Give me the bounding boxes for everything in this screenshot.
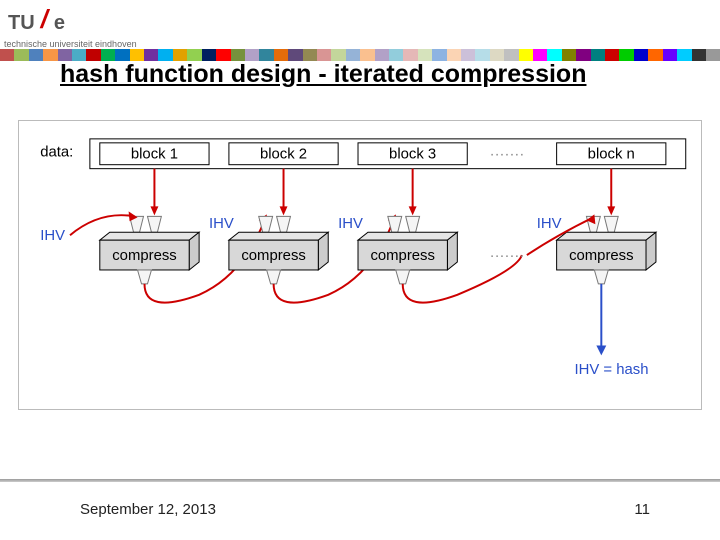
logo-slash: / (41, 4, 48, 35)
footer-page: 11 (634, 501, 650, 518)
compress-n-label: compress (569, 248, 633, 264)
logo-subtitle: technische universiteit eindhoven (4, 39, 720, 49)
dots-blocks: ······· (490, 147, 525, 163)
compress-1-label: compress (112, 248, 176, 264)
block-2-label: block 2 (260, 147, 307, 163)
output-label: IHV = hash (575, 362, 649, 378)
ihv-n-label: IHV (537, 216, 562, 232)
block-1-label: block 1 (131, 147, 178, 163)
dots-compress: ······· (490, 248, 525, 264)
logo-e: e (54, 12, 65, 35)
footer-date: September 12, 2013 (80, 501, 216, 518)
block-3-label: block 3 (389, 147, 436, 163)
block-n-label: block n (588, 147, 635, 163)
ihv-1-label: IHV (209, 216, 234, 232)
diagram-frame: data: block 1 block 2 block 3 ······· bl… (18, 120, 702, 410)
ihv-2-label: IHV (338, 216, 363, 232)
compress-unit-3: compress (358, 169, 522, 303)
compress-2-label: compress (241, 248, 305, 264)
compress-3-label: compress (370, 248, 434, 264)
logo-tu: TU (8, 12, 35, 35)
ihv-initial-label: IHV (40, 228, 65, 244)
compress-unit-n: compress (527, 169, 656, 356)
iterated-compression-diagram: data: block 1 block 2 block 3 ······· bl… (19, 121, 701, 409)
slide-title: hash function design - iterated compress… (60, 60, 700, 89)
data-label: data: (40, 145, 73, 161)
footer-divider (0, 479, 720, 482)
